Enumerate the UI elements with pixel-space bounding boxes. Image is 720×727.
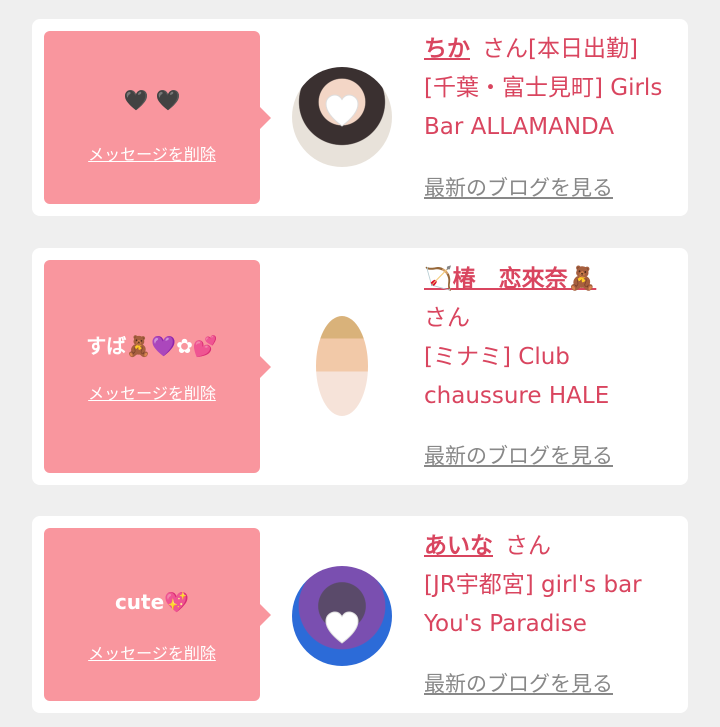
shop-name: [ミナミ] Club <box>424 344 570 370</box>
view-latest-blog-link[interactable]: 最新のブログを見る <box>424 172 613 202</box>
sender-info: 🏹椿 恋來奈🧸 さん [ミナミ] Club chaussure HALE <box>424 260 674 416</box>
avatar[interactable] <box>292 67 392 167</box>
message-text: cute💖 <box>114 590 190 614</box>
sender-info: ちか さん[本日出勤] [千葉・富士見町] Girls Bar ALLAMANDA <box>424 30 674 147</box>
message-box: すば🧸💜✿💕 メッセージを削除 <box>44 260 271 473</box>
view-latest-blog-link[interactable]: 最新のブログを見る <box>424 668 613 698</box>
delete-message-link[interactable]: メッセージを削除 <box>44 141 260 165</box>
sender-name-link[interactable]: 🏹椿 恋來奈🧸 <box>424 266 596 292</box>
sender-info: あいな さん [JR宇都宮] girl's bar You's Paradise <box>424 527 674 644</box>
avatar[interactable] <box>292 566 392 666</box>
sender-status: さん <box>505 533 551 559</box>
heart-sticker-icon <box>325 94 359 127</box>
message-text: すば🧸💜✿💕 <box>86 334 218 358</box>
delete-message-link[interactable]: メッセージを削除 <box>44 380 260 404</box>
sender-status: さん[本日出勤] <box>482 36 638 62</box>
message-card: すば🧸💜✿💕 メッセージを削除 🏹椿 恋來奈🧸 さん [ミナミ] Club ch… <box>32 248 688 485</box>
message-text: 🖤 🖤 <box>123 88 181 112</box>
heart-sticker-icon <box>325 611 359 644</box>
delete-message-link[interactable]: メッセージを削除 <box>44 640 260 664</box>
shop-name: chaussure HALE <box>424 383 610 409</box>
message-box: 🖤 🖤 メッセージを削除 <box>44 31 271 204</box>
message-box: cute💖 メッセージを削除 <box>44 528 271 701</box>
avatar[interactable] <box>316 316 368 416</box>
sender-name-link[interactable]: あいな <box>424 533 493 559</box>
sender-status: さん <box>424 305 470 331</box>
shop-name: [千葉・富士見町] Girls Bar ALLAMANDA <box>424 75 663 140</box>
message-card: cute💖 メッセージを削除 あいな さん [JR宇都宮] girl's bar … <box>32 516 688 713</box>
sender-name-link[interactable]: ちか <box>424 36 470 62</box>
shop-name: [JR宇都宮] girl's bar You's Paradise <box>424 572 642 637</box>
message-card: 🖤 🖤 メッセージを削除 ちか さん[本日出勤] [千葉・富士見町] Girls … <box>32 19 688 216</box>
view-latest-blog-link[interactable]: 最新のブログを見る <box>424 440 613 470</box>
